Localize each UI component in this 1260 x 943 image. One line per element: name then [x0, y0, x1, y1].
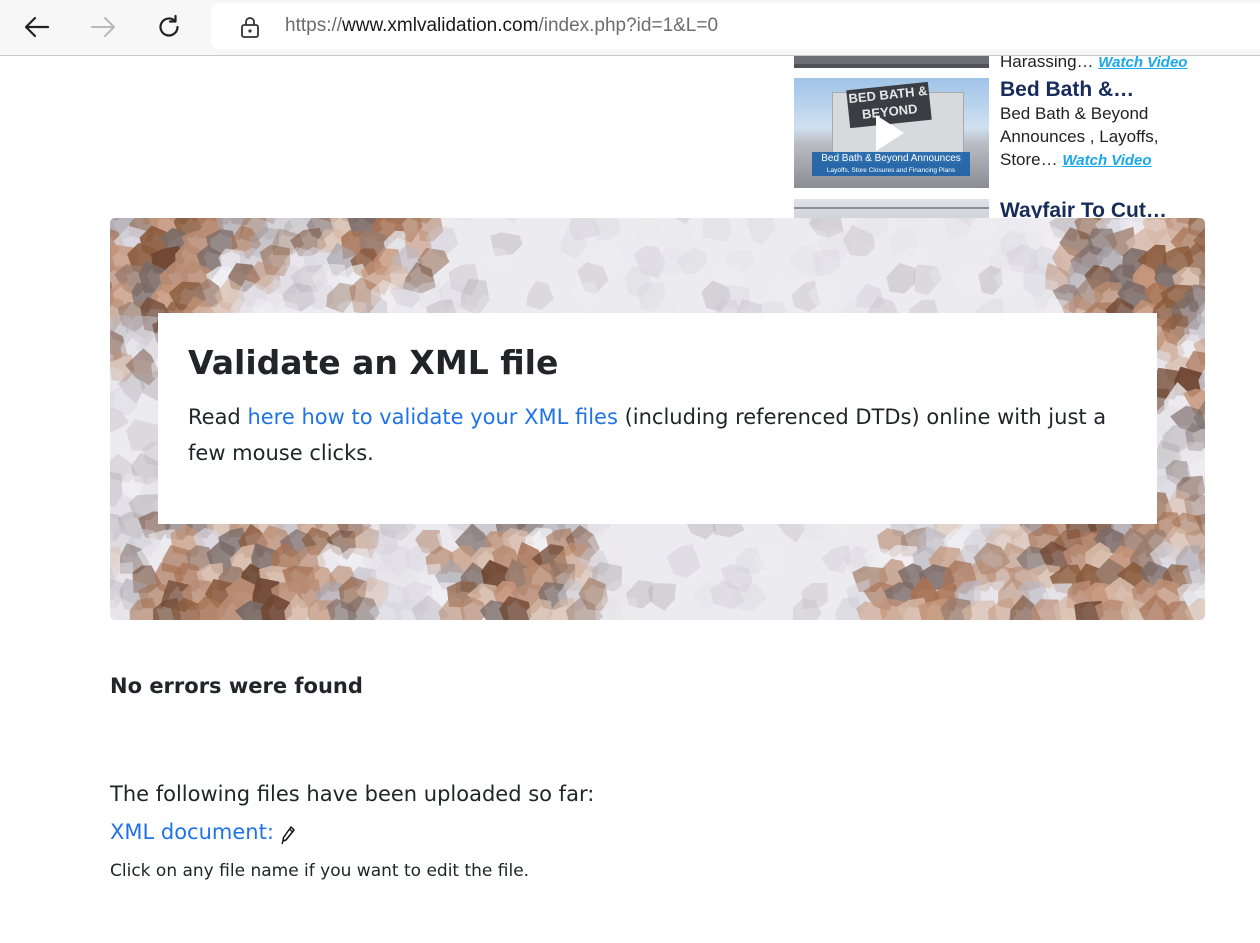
validation-result: No errors were found — [110, 674, 363, 698]
ad-item2-line3-row: Store… Watch Video — [1000, 148, 1152, 172]
watch-video-link[interactable]: Watch Video — [1062, 152, 1151, 169]
mosaic-tile — [746, 218, 776, 246]
mosaic-tile — [647, 583, 676, 611]
play-icon[interactable] — [876, 115, 904, 151]
xml-document-link[interactable]: XML document: — [110, 820, 274, 844]
back-button[interactable] — [18, 8, 56, 46]
ad-thumbnail-previous[interactable] — [794, 56, 989, 68]
hero-text-before: Read — [188, 405, 248, 429]
video-ad-column: Harassing… Watch Video BED BATH & BEYOND… — [794, 56, 1204, 218]
mosaic-tile — [636, 218, 663, 241]
mosaic-tile — [452, 218, 473, 222]
how-to-validate-link[interactable]: here how to validate your XML files — [247, 405, 617, 429]
hero-banner: Validate an XML file Read here how to va… — [110, 218, 1205, 620]
reload-button[interactable] — [150, 8, 188, 46]
mosaic-tile — [812, 249, 841, 277]
hero-card: Validate an XML file Read here how to va… — [158, 313, 1157, 524]
hero-description: Read here how to validate your XML files… — [188, 399, 1128, 471]
ad-item3-title[interactable]: Wayfair To Cut… — [1000, 199, 1167, 218]
mosaic-tile — [592, 218, 622, 241]
url-text[interactable]: https://www.xmlvalidation.com/index.php?… — [285, 15, 718, 37]
browser-toolbar: https://www.xmlvalidation.com/index.php?… — [0, 0, 1260, 56]
ad-item1-caption: Harassing… Watch Video — [1000, 56, 1187, 74]
thumbnail-banner: Bed Bath & Beyond Announces — [812, 152, 970, 166]
mosaic-tile — [886, 262, 916, 294]
forward-button[interactable] — [84, 8, 122, 46]
mosaic-tile — [526, 280, 554, 310]
lock-icon[interactable] — [239, 15, 261, 39]
thumbnail-subbanner: Layoffs, Store Closures and Financing Pl… — [812, 166, 970, 176]
url-host: www.xmlvalidation.com — [342, 15, 539, 36]
url-scheme: https:// — [285, 15, 343, 36]
reload-icon — [159, 14, 179, 37]
mosaic-tile — [702, 218, 733, 243]
edit-hint: Click on any file name if you want to ed… — [110, 861, 530, 881]
watch-video-link[interactable]: Watch Video — [1098, 56, 1187, 71]
mosaic-tile — [675, 218, 691, 225]
uploaded-files-intro: The following files have been uploaded s… — [110, 782, 595, 806]
mosaic-tile — [666, 544, 701, 578]
ad-item1-text: Harassing… — [1000, 56, 1094, 71]
address-bar[interactable]: https://www.xmlvalidation.com/index.php?… — [211, 3, 1260, 49]
pencil-icon[interactable] — [280, 825, 296, 845]
url-path: /index.php?id=1&L=0 — [538, 15, 719, 36]
ad-video-thumbnail[interactable]: BED BATH & BEYOND Bed Bath & Beyond Anno… — [794, 78, 989, 188]
ad-item2-title[interactable]: Bed Bath &… — [1000, 78, 1134, 102]
ad-thumbnail-next[interactable] — [794, 199, 989, 218]
page-title: Validate an XML file — [188, 343, 559, 382]
forward-arrow-icon — [91, 17, 115, 37]
ad-item2-line2: Announces , Layoffs, — [1000, 127, 1159, 146]
mosaic-tile — [502, 218, 517, 224]
back-arrow-icon — [24, 16, 50, 38]
ad-item2-line1: Bed Bath & Beyond — [1000, 104, 1149, 123]
mosaic-tile — [968, 218, 996, 239]
ad-item2-line3: Store… — [1000, 150, 1058, 169]
